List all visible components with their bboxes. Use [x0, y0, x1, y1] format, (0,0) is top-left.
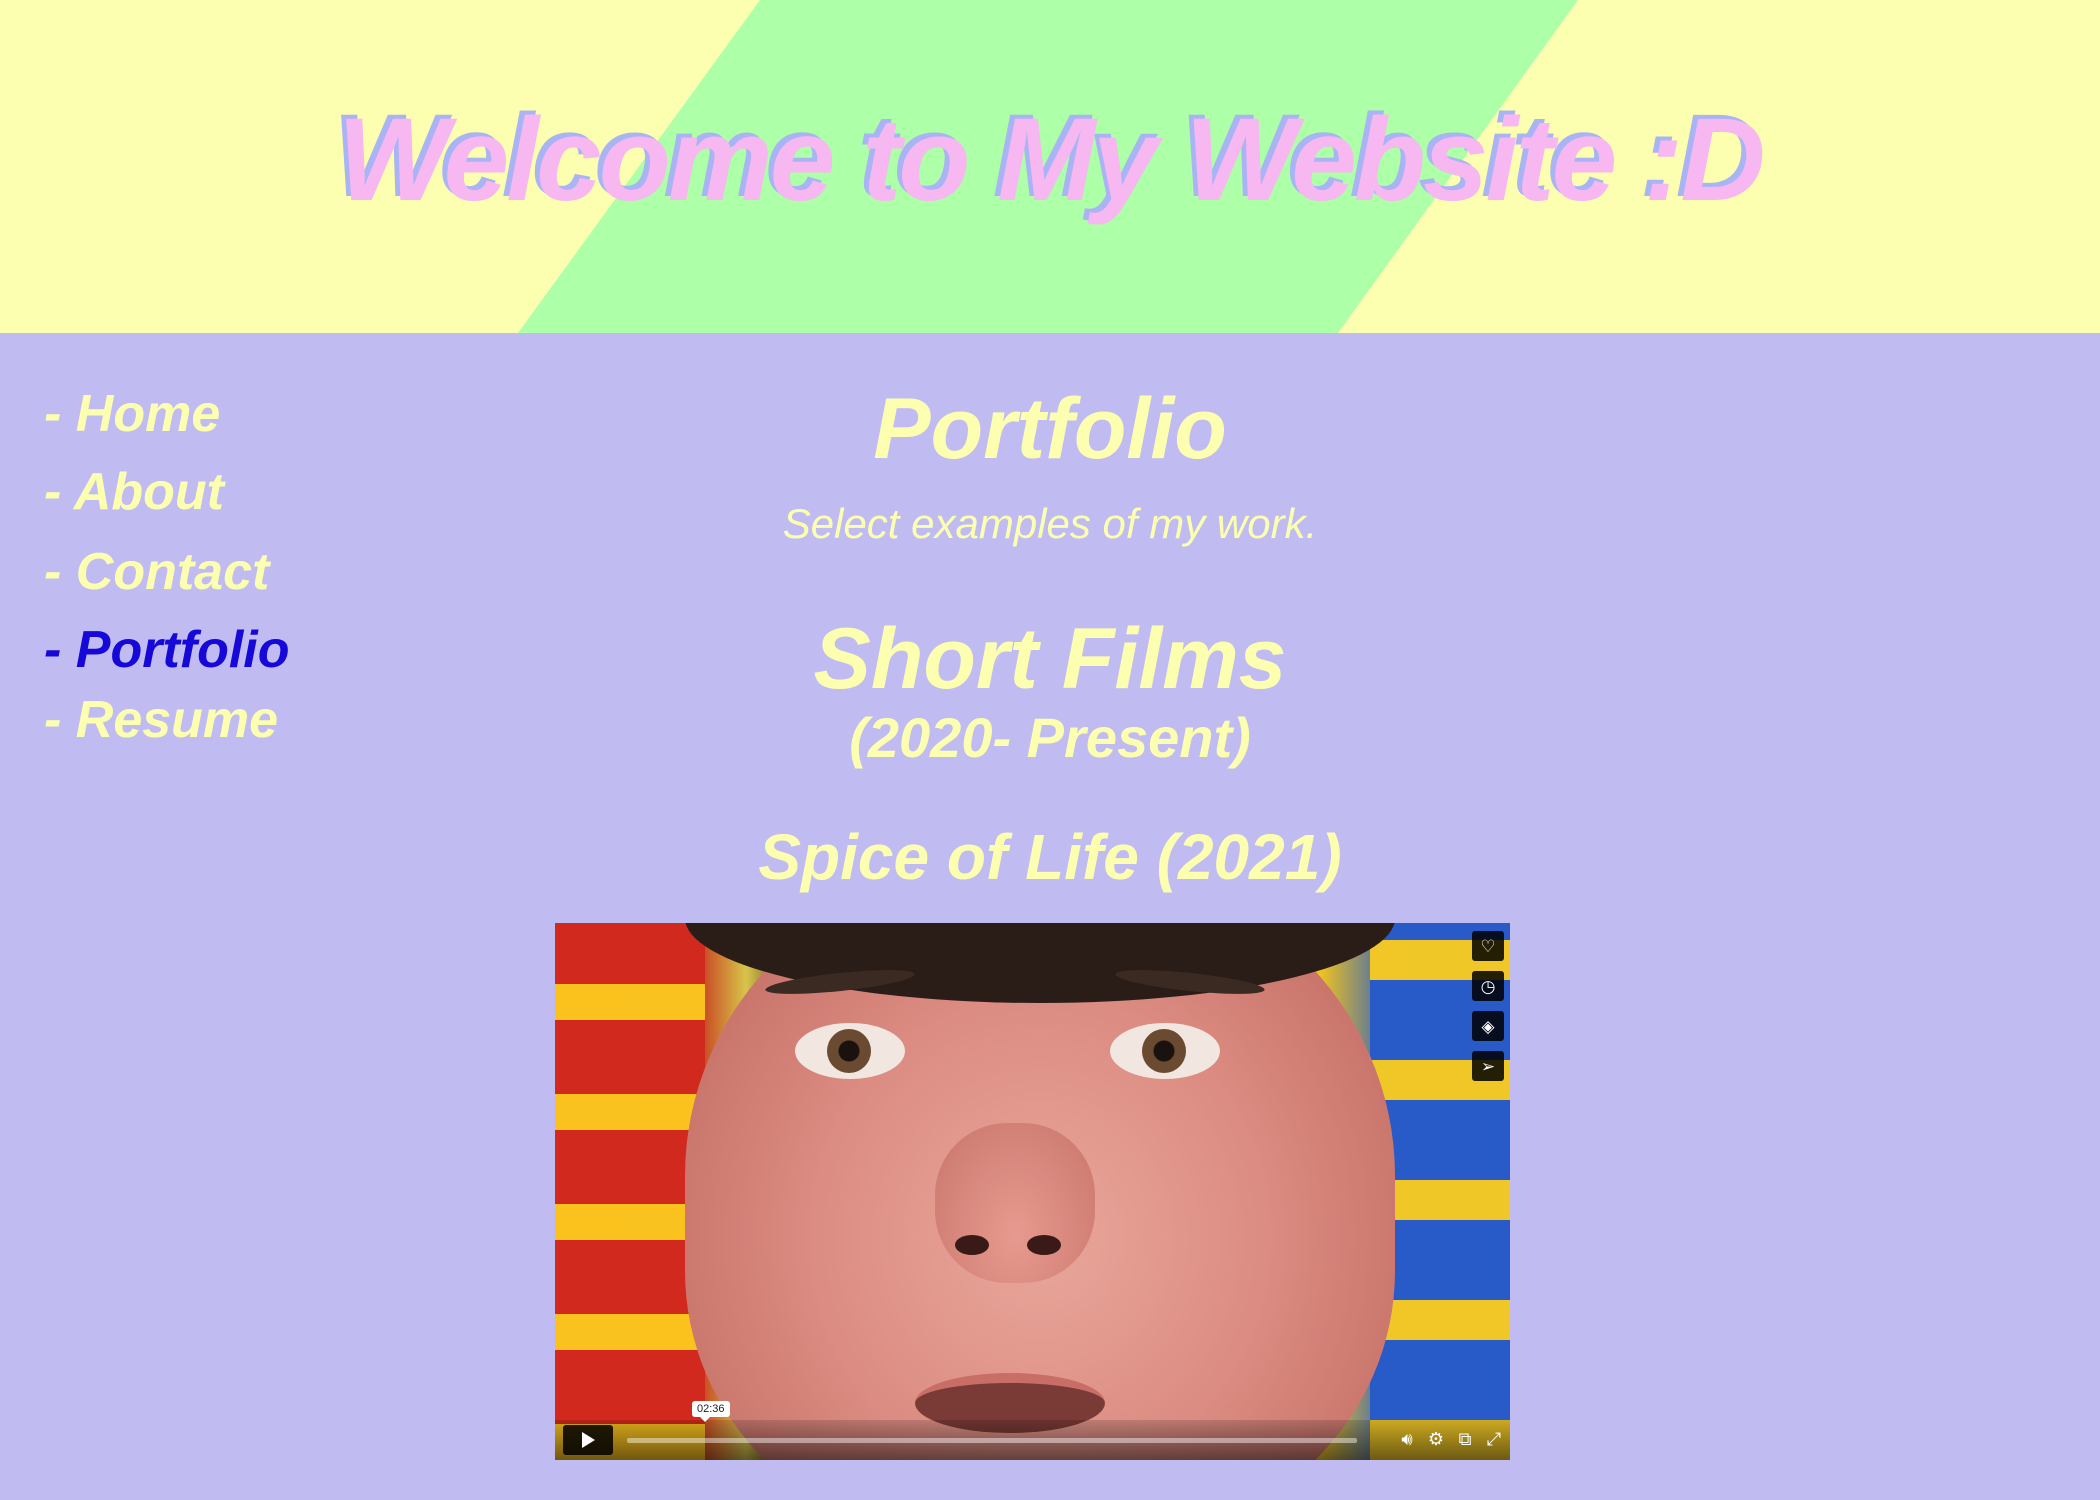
heart-icon[interactable]: ♡	[1472, 931, 1504, 961]
video-frame-background-left	[555, 923, 705, 1460]
video-frame-nose	[935, 1123, 1095, 1283]
video-frame-eye	[1110, 1023, 1220, 1079]
nav-link-contact[interactable]: - Contact	[44, 542, 269, 602]
nav-link-resume[interactable]: - Resume	[44, 690, 278, 750]
video-control-icons: 🔊︎ ⚙ ⧉ ⤢	[1397, 1428, 1504, 1450]
page-title: Portfolio	[873, 381, 1227, 477]
section-date-range: (2020- Present)	[849, 706, 1251, 769]
page-subtitle: Select examples of my work.	[782, 500, 1318, 547]
volume-icon[interactable]: 🔊︎	[1397, 1428, 1417, 1450]
film-title: Spice of Life (2021)	[758, 821, 1342, 893]
site-title: Welcome to My Website :D	[337, 94, 1765, 226]
settings-icon[interactable]: ⚙	[1426, 1428, 1446, 1450]
hover-time-tooltip: 02:36	[692, 1401, 730, 1422]
nav-link-home[interactable]: - Home	[44, 384, 220, 444]
fullscreen-icon[interactable]: ⤢	[1484, 1428, 1504, 1450]
pip-icon[interactable]: ⧉	[1455, 1428, 1475, 1450]
video-frame-nostril	[955, 1235, 989, 1255]
video-frame-eye	[795, 1023, 905, 1079]
video-player[interactable]: ♡ ◷ ◈ ➢ 02:36 🔊︎ ⚙ ⧉ ⤢	[555, 923, 1510, 1460]
nav-link-portfolio[interactable]: - Portfolio	[44, 620, 290, 680]
send-icon[interactable]: ➢	[1472, 1051, 1504, 1081]
play-icon	[581, 1432, 595, 1448]
play-button[interactable]	[563, 1425, 613, 1455]
video-side-actions: ♡ ◷ ◈ ➢	[1472, 931, 1506, 1091]
video-control-bar: 02:36 🔊︎ ⚙ ⧉ ⤢	[555, 1401, 1510, 1460]
section-title: Short Films	[813, 611, 1287, 707]
layers-icon[interactable]: ◈	[1472, 1011, 1504, 1041]
header-banner: Welcome to My Website :D	[0, 0, 2100, 333]
video-frame-nostril	[1027, 1235, 1061, 1255]
nav-link-about[interactable]: - About	[44, 462, 224, 522]
clock-icon[interactable]: ◷	[1472, 971, 1504, 1001]
video-progress-bar[interactable]: 02:36	[627, 1401, 1357, 1443]
